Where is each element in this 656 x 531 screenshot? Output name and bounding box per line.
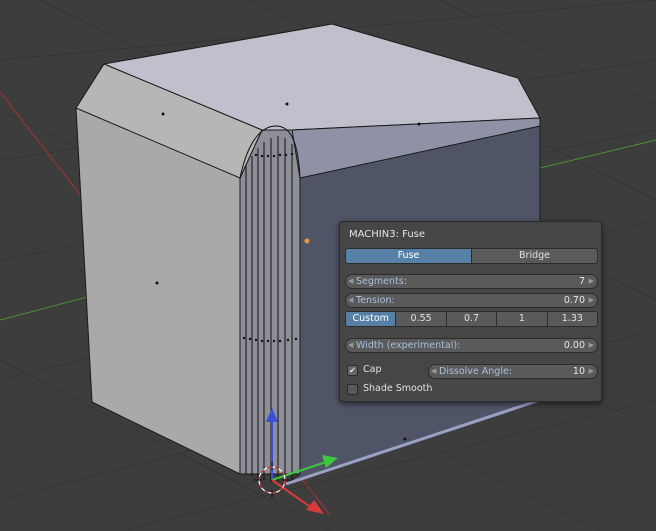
preset-07-button[interactable]: 0.7 [445,312,497,326]
tension-field[interactable]: ◀ Tension: 0.70 ▶ [345,293,598,308]
increment-arrow-icon[interactable]: ▶ [589,275,594,288]
dissolve-angle-label: Dissolve Angle: [439,366,513,377]
shade-smooth-checkbox[interactable] [347,384,358,395]
tension-label: Tension: [356,295,395,306]
tension-presets: Custom 0.55 0.7 1 1.33 [345,311,598,327]
operator-panel: MACHIN3: Fuse Fuse Bridge ◀ Segments: 7 … [339,221,602,402]
increment-arrow-icon[interactable]: ▶ [589,365,594,378]
cap-checkbox[interactable]: ✔ [347,365,358,376]
mode-selector: Fuse Bridge [345,248,598,264]
width-label: Width (experimental): [356,340,461,351]
decrement-arrow-icon[interactable]: ◀ [348,294,353,307]
selected-vertex [304,238,310,244]
dissolve-angle-value: 10 [572,366,585,377]
width-field[interactable]: ◀ Width (experimental): 0.00 ▶ [345,338,598,353]
segments-field[interactable]: ◀ Segments: 7 ▶ [345,274,598,289]
y-axis-line-right [539,139,656,169]
shade-smooth-label: Shade Smooth [363,383,433,394]
cube-fuse-edge [239,129,301,475]
increment-arrow-icon[interactable]: ▶ [589,294,594,307]
preset-custom-button[interactable]: Custom [346,312,396,326]
decrement-arrow-icon[interactable]: ◀ [431,365,436,378]
preset-1-button[interactable]: 1 [496,312,547,326]
mode-bridge-button[interactable]: Bridge [471,249,597,263]
segments-value: 7 [578,276,585,287]
dissolve-angle-field[interactable]: ◀ Dissolve Angle: 10 ▶ [428,364,598,379]
cap-label: Cap [363,364,382,375]
decrement-arrow-icon[interactable]: ◀ [348,339,353,352]
increment-arrow-icon[interactable]: ▶ [589,339,594,352]
decrement-arrow-icon[interactable]: ◀ [348,275,353,288]
mode-fuse-button[interactable]: Fuse [346,249,471,263]
panel-title: MACHIN3: Fuse [349,229,426,240]
segments-label: Segments: [356,276,407,287]
preset-055-button[interactable]: 0.55 [395,312,446,326]
tension-value: 0.70 [563,295,585,306]
width-value: 0.00 [563,340,585,351]
preset-133-button[interactable]: 1.33 [546,312,597,326]
